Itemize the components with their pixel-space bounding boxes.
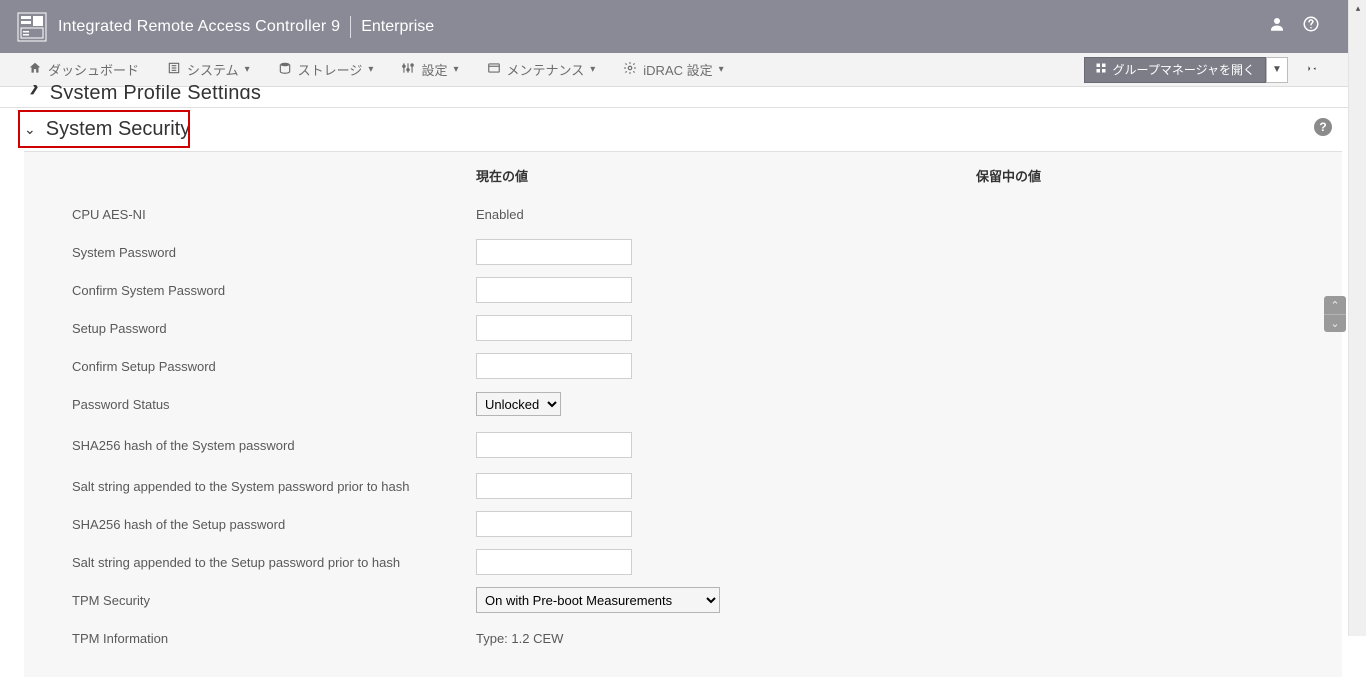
- header-divider: [350, 16, 351, 38]
- chevron-down-icon: ⌄: [24, 121, 36, 138]
- nav-configuration-label: 設定: [421, 60, 447, 79]
- nav-storage[interactable]: ストレージ ▾: [264, 53, 388, 86]
- value-tpm-information: Type: 1.2 CEW: [476, 631, 563, 646]
- input-sha256-setup[interactable]: [476, 511, 632, 537]
- system-icon: [167, 61, 181, 78]
- gear-icon: [623, 61, 637, 78]
- row-password-status: Password Status Unlocked: [24, 385, 1342, 423]
- app-title: Integrated Remote Access Controller 9: [58, 18, 340, 36]
- label-sha256-system: SHA256 hash of the System password: [24, 438, 476, 453]
- sliders-icon: [401, 61, 415, 78]
- input-salt-system[interactable]: [476, 473, 632, 499]
- input-confirm-setup-password[interactable]: [476, 353, 632, 379]
- floating-arrow-down[interactable]: ⌄: [1324, 314, 1346, 332]
- label-cpu-aes-ni: CPU AES-NI: [24, 207, 476, 222]
- label-salt-setup: Salt string appended to the Setup passwo…: [24, 555, 476, 570]
- row-confirm-system-password: Confirm System Password: [24, 271, 1342, 309]
- chevron-down-icon: ▾: [719, 64, 724, 75]
- chevron-down-icon: ▾: [453, 64, 458, 75]
- row-salt-system: Salt string appended to the System passw…: [24, 467, 1342, 505]
- input-confirm-system-password[interactable]: [476, 277, 632, 303]
- input-sha256-system[interactable]: [476, 432, 632, 458]
- prev-section-title: System Profile Settings: [50, 85, 261, 99]
- storage-icon: [278, 61, 292, 78]
- chevron-right-icon: ❯: [28, 85, 40, 95]
- floating-nav-arrows: ⌃ ⌄: [1324, 296, 1346, 332]
- label-confirm-setup-password: Confirm Setup Password: [24, 359, 476, 374]
- label-tpm-information: TPM Information: [24, 631, 476, 646]
- nav-maintenance[interactable]: メンテナンス ▾: [473, 53, 610, 86]
- scroll-arrow-up-icon[interactable]: ▴: [1349, 0, 1366, 16]
- nav-idrac-settings[interactable]: iDRAC 設定 ▾: [609, 53, 737, 86]
- row-system-password: System Password: [24, 233, 1342, 271]
- nav-system[interactable]: システム ▾: [153, 53, 264, 86]
- row-salt-setup: Salt string appended to the Setup passwo…: [24, 543, 1342, 581]
- label-system-password: System Password: [24, 245, 476, 260]
- input-setup-password[interactable]: [476, 315, 632, 341]
- group-manager-open-button[interactable]: グループマネージャを開く: [1084, 57, 1266, 83]
- row-sha256-system: SHA256 hash of the System password: [24, 423, 1342, 467]
- nav-storage-label: ストレージ: [298, 60, 363, 79]
- row-sha256-setup: SHA256 hash of the Setup password: [24, 505, 1342, 543]
- row-tpm-information: TPM Information Type: 1.2 CEW: [24, 619, 1342, 657]
- label-sha256-setup: SHA256 hash of the Setup password: [24, 517, 476, 532]
- label-tpm-security: TPM Security: [24, 593, 476, 608]
- row-confirm-setup-password: Confirm Setup Password: [24, 347, 1342, 385]
- floating-arrow-up[interactable]: ⌃: [1324, 296, 1346, 314]
- col-current-value: 現在の値: [476, 166, 976, 185]
- home-icon: [28, 61, 42, 78]
- group-manager-label: グループマネージャを開く: [1113, 61, 1255, 78]
- label-password-status: Password Status: [24, 397, 476, 412]
- nav-system-label: システム: [187, 60, 239, 79]
- row-setup-password: Setup Password: [24, 309, 1342, 347]
- input-system-password[interactable]: [476, 239, 632, 265]
- group-manager-dropdown[interactable]: ▼: [1266, 57, 1288, 83]
- window-scrollbar[interactable]: ▴: [1348, 0, 1366, 636]
- prev-section-header[interactable]: ❯ System Profile Settings: [0, 85, 1366, 99]
- select-tpm-security[interactable]: On with Pre-boot Measurements: [476, 587, 720, 613]
- app-logo-icon: [16, 11, 48, 43]
- section-content: 現在の値 保留中の値 CPU AES-NI Enabled System Pas…: [24, 151, 1342, 677]
- pin-icon[interactable]: [1304, 60, 1318, 79]
- section-header-system-security[interactable]: ⌄ System Security ?: [0, 108, 1366, 151]
- nav-idrac-label: iDRAC 設定: [643, 60, 712, 79]
- chevron-down-icon: ▾: [368, 64, 373, 75]
- label-setup-password: Setup Password: [24, 321, 476, 336]
- col-pending-value: 保留中の値: [976, 166, 1342, 185]
- chevron-down-icon: ▾: [245, 64, 250, 75]
- label-salt-system: Salt string appended to the System passw…: [24, 479, 476, 494]
- columns-header: 現在の値 保留中の値: [24, 152, 1342, 195]
- chevron-down-icon: ▾: [590, 64, 595, 75]
- app-header: Integrated Remote Access Controller 9 En…: [0, 0, 1366, 53]
- input-salt-setup[interactable]: [476, 549, 632, 575]
- value-cpu-aes-ni: Enabled: [476, 207, 524, 222]
- row-tpm-security: TPM Security On with Pre-boot Measuremen…: [24, 581, 1342, 619]
- nav-dashboard[interactable]: ダッシュボード: [14, 53, 153, 86]
- user-icon[interactable]: [1268, 15, 1286, 38]
- group-icon: [1095, 62, 1107, 77]
- row-cpu-aes-ni: CPU AES-NI Enabled: [24, 195, 1342, 233]
- maintenance-icon: [487, 61, 501, 78]
- app-edition: Enterprise: [361, 18, 434, 36]
- section-help-icon[interactable]: ?: [1314, 118, 1332, 136]
- section-title: System Security: [46, 118, 190, 141]
- select-password-status[interactable]: Unlocked: [476, 392, 561, 416]
- nav-maintenance-label: メンテナンス: [507, 60, 585, 79]
- nav-dashboard-label: ダッシュボード: [48, 60, 139, 79]
- nav-configuration[interactable]: 設定 ▾: [387, 53, 472, 86]
- label-confirm-system-password: Confirm System Password: [24, 283, 476, 298]
- help-header-icon[interactable]: [1302, 15, 1320, 38]
- main-nav: ダッシュボード システム ▾ ストレージ ▾ 設定 ▾ メンテナンス ▾ iDR…: [0, 53, 1366, 87]
